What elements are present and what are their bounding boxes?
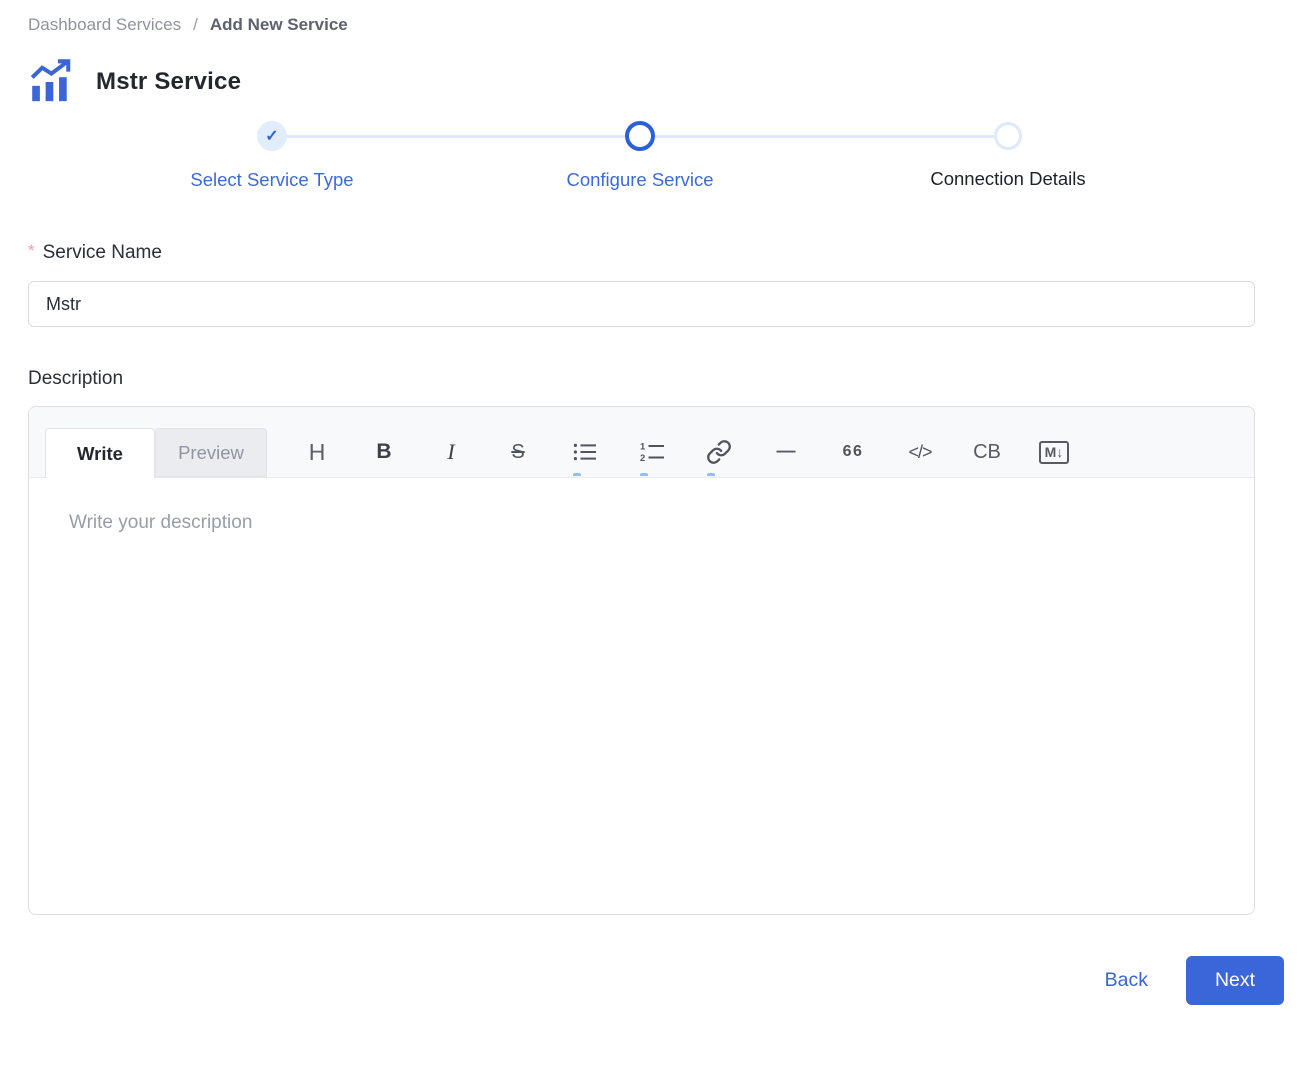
italic-icon: I — [447, 439, 454, 465]
editor-toolbar: Write Preview H B I S — [29, 407, 1254, 478]
footer-actions: Back Next — [28, 956, 1284, 1005]
inline-code-button[interactable]: </> — [899, 427, 941, 477]
description-markdown-editor: Write Preview H B I S — [28, 406, 1255, 915]
step-select-service-type[interactable]: ✓ Select Service Type — [88, 121, 456, 191]
step-connection-details: Connection Details — [824, 121, 1192, 191]
code-block-icon: CB — [973, 441, 1001, 464]
breadcrumb-dashboard-services[interactable]: Dashboard Services — [28, 15, 181, 35]
step-active-circle[interactable] — [625, 121, 655, 151]
link-button[interactable] — [698, 427, 740, 477]
unordered-list-icon — [573, 442, 597, 462]
page-title: Mstr Service — [96, 68, 241, 96]
required-asterisk: * — [28, 241, 35, 260]
tab-write[interactable]: Write — [45, 428, 155, 478]
heading-button[interactable]: H — [296, 427, 338, 477]
ordered-list-button[interactable]: 1 2 — [631, 427, 673, 477]
formatting-tools: H B I S — [296, 427, 1075, 477]
bold-icon: B — [376, 440, 391, 464]
strikethrough-button[interactable]: S — [497, 427, 539, 477]
service-name-label-row: * Service Name — [28, 241, 1284, 264]
inline-code-icon: </> — [908, 442, 931, 463]
tab-preview[interactable]: Preview — [155, 428, 267, 477]
markdown-button[interactable]: M↓ — [1033, 427, 1075, 477]
description-label: Description — [28, 368, 1284, 390]
markdown-icon: M↓ — [1039, 441, 1070, 464]
check-icon: ✓ — [265, 126, 278, 146]
horizontal-rule-icon: — — [777, 441, 796, 463]
svg-text:1: 1 — [640, 442, 646, 453]
service-name-label: Service Name — [43, 242, 162, 263]
bold-button[interactable]: B — [363, 427, 405, 477]
unordered-list-button[interactable] — [564, 427, 606, 477]
horizontal-rule-button[interactable]: — — [765, 427, 807, 477]
step-label: Connection Details — [930, 168, 1085, 190]
breadcrumb-add-new-service: Add New Service — [210, 15, 348, 35]
strikethrough-icon: S — [511, 441, 524, 464]
svg-text:2: 2 — [640, 453, 645, 463]
description-textarea[interactable]: Write your description — [29, 478, 1254, 916]
italic-button[interactable]: I — [430, 427, 472, 477]
code-block-button[interactable]: CB — [966, 427, 1008, 477]
breadcrumb: Dashboard Services / Add New Service — [28, 15, 1284, 35]
add-new-service-page: Dashboard Services / Add New Service Mst… — [0, 0, 1312, 1005]
link-icon — [706, 439, 732, 465]
breadcrumb-separator: / — [193, 15, 198, 35]
step-label: Configure Service — [566, 169, 713, 191]
step-upcoming-circle — [994, 122, 1022, 150]
quote-icon: 66 — [843, 443, 864, 461]
step-label: Select Service Type — [190, 169, 353, 191]
quote-button[interactable]: 66 — [832, 427, 874, 477]
description-placeholder: Write your description — [69, 512, 252, 533]
editor-tabs: Write Preview — [45, 428, 267, 477]
back-button[interactable]: Back — [1105, 969, 1148, 992]
page-header: Mstr Service — [28, 59, 1284, 105]
wizard-stepper: ✓ Select Service Type Configure Service … — [88, 121, 1192, 191]
step-configure-service[interactable]: Configure Service — [456, 121, 824, 191]
bar-chart-trend-icon — [28, 59, 74, 105]
ordered-list-icon: 1 2 — [640, 441, 665, 463]
step-completed-circle[interactable]: ✓ — [257, 121, 287, 151]
heading-icon: H — [309, 439, 326, 466]
service-name-input[interactable] — [28, 281, 1255, 327]
next-button[interactable]: Next — [1186, 956, 1284, 1005]
